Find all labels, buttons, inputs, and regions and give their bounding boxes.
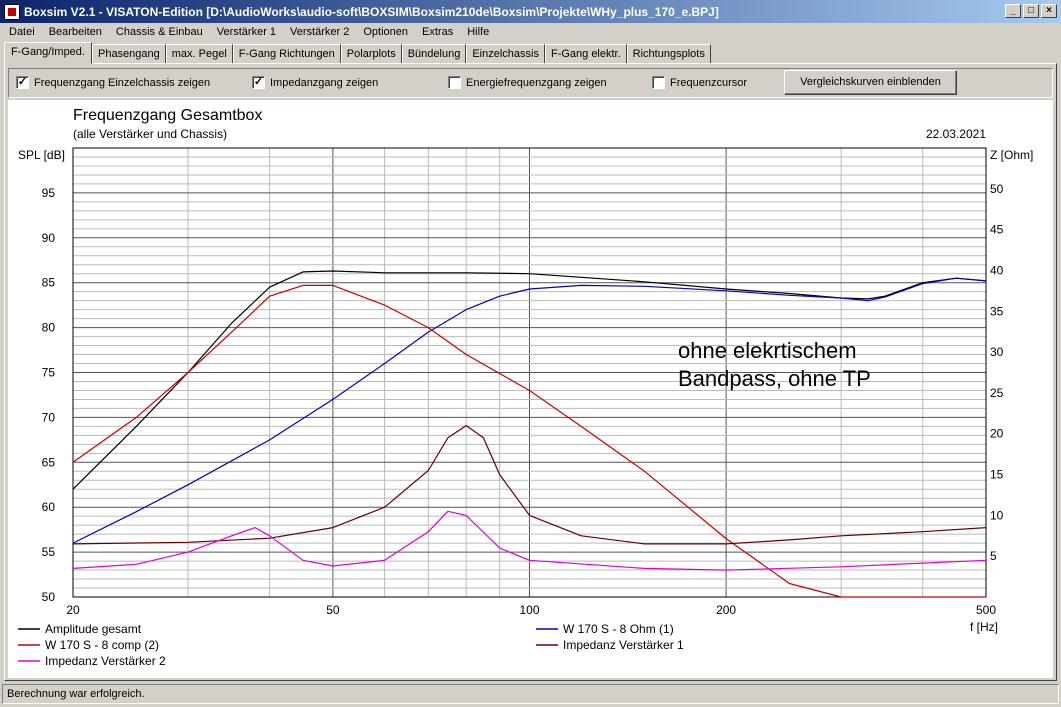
- checkbox-einzelchassis-label: Frequenzgang Einzelchassis zeigen: [34, 76, 211, 89]
- x-tick-label: 500: [976, 603, 996, 617]
- menu-datei[interactable]: Datei: [2, 26, 42, 38]
- legend-label: Impedanz Verstärker 2: [45, 654, 166, 668]
- y-right-tick-label: 10: [990, 508, 1004, 522]
- checkbox-frequenzcursor-box[interactable]: [652, 76, 665, 89]
- tab-polarplots[interactable]: Polarplots: [340, 44, 402, 64]
- tab-fgang-imped[interactable]: F-Gang/Imped.: [4, 42, 92, 64]
- y-left-tick-label: 95: [42, 186, 56, 200]
- y-left-tick-label: 65: [42, 455, 56, 469]
- legend-label: Amplitude gesamt: [45, 622, 142, 636]
- y-right-tick-label: 35: [990, 304, 1004, 318]
- menu-chassis-einbau[interactable]: Chassis & Einbau: [109, 26, 210, 38]
- tab-max-pegel[interactable]: max. Pegel: [165, 44, 233, 64]
- menu-optionen[interactable]: Optionen: [356, 26, 415, 38]
- x-tick-label: 20: [66, 603, 80, 617]
- y-right-tick-label: 20: [990, 427, 1004, 441]
- x-axis-label: f [Hz]: [970, 620, 998, 634]
- y-right-tick-label: 25: [990, 386, 1004, 400]
- maximize-button[interactable]: □: [1023, 4, 1039, 18]
- y-axis-right-label: Z [Ohm]: [990, 148, 1033, 162]
- tab-bar: F-Gang/Imped. Phasengang max. Pegel F-Ga…: [4, 42, 711, 64]
- status-bar: Berechnung war erfolgreich.: [2, 684, 1059, 704]
- close-button[interactable]: ×: [1041, 4, 1057, 18]
- y-left-tick-label: 70: [42, 410, 56, 424]
- tab-fgang-richtungen[interactable]: F-Gang Richtungen: [232, 44, 341, 64]
- checkbox-einzelchassis-box[interactable]: ✓: [16, 76, 29, 89]
- checkbox-energiefrequenzgang[interactable]: Energiefrequenzgang zeigen: [448, 76, 607, 89]
- y-left-tick-label: 90: [42, 231, 56, 245]
- vergleichskurven-button[interactable]: Vergleichskurven einblenden: [784, 70, 957, 95]
- chart-area: 20 50 100 200 500 50 55 60 65 70 75 80 85 90 95 5 10 15 20…: [8, 100, 1053, 678]
- menu-extras[interactable]: Extras: [415, 26, 460, 38]
- tab-fgang-elektr[interactable]: F-Gang elektr.: [544, 44, 627, 64]
- frequency-response-chart: 20 50 100 200 500 50 55 60 65 70 75 80 85 90 95 5 10 15 20…: [18, 107, 1033, 668]
- y-left-tick-label: 50: [42, 590, 56, 604]
- checkbox-energiefrequenzgang-label: Energiefrequenzgang zeigen: [466, 76, 607, 89]
- x-tick-label: 50: [326, 603, 340, 617]
- y-left-tick-label: 85: [42, 276, 56, 290]
- menu-verstaerker-2[interactable]: Verstärker 2: [283, 26, 356, 38]
- menu-hilfe[interactable]: Hilfe: [460, 26, 496, 38]
- y-right-tick-label: 5: [990, 549, 997, 563]
- y-right-tick-label: 30: [990, 345, 1004, 359]
- annotation-line-2: Bandpass, ohne TP: [678, 366, 871, 391]
- checkbox-impedanzgang-label: Impedanzgang zeigen: [270, 76, 379, 89]
- x-tick-label: 100: [519, 603, 539, 617]
- chart-legend: Amplitude gesamt W 170 S - 8 Ohm (1) W 170…: [18, 622, 684, 668]
- legend-label: W 170 S - 8 comp (2): [45, 638, 159, 652]
- menu-bearbeiten[interactable]: Bearbeiten: [42, 26, 109, 38]
- checkbox-energiefrequenzgang-box[interactable]: [448, 76, 461, 89]
- chart-date: 22.03.2021: [926, 127, 986, 141]
- y-left-tick-label: 60: [42, 500, 56, 514]
- app-icon[interactable]: [4, 3, 20, 20]
- menu-bar: Datei Bearbeiten Chassis & Einbau Verstä…: [0, 23, 1061, 41]
- y-right-tick-label: 15: [990, 468, 1004, 482]
- tab-einzelchassis[interactable]: Einzelchassis: [466, 44, 545, 64]
- y-left-tick-label: 80: [42, 321, 56, 335]
- y-left-tick-label: 55: [42, 545, 56, 559]
- menu-verstaerker-1[interactable]: Verstärker 1: [210, 26, 283, 38]
- y-axis-left-label: SPL [dB]: [18, 148, 65, 162]
- chart-subtitle: (alle Verstärker und Chassis): [73, 127, 227, 141]
- x-tick-label: 200: [716, 603, 736, 617]
- checkbox-frequenzcursor-label: Frequenzcursor: [670, 76, 748, 89]
- window-title: Boxsim V2.1 - VISATON-Edition [D:\AudioW…: [24, 4, 719, 19]
- checkbox-impedanzgang[interactable]: ✓ Impedanzgang zeigen: [252, 76, 378, 89]
- checkbox-frequenzcursor[interactable]: Frequenzcursor: [652, 76, 747, 89]
- title-bar: Boxsim V2.1 - VISATON-Edition [D:\AudioW…: [0, 0, 1061, 23]
- tab-phasengang[interactable]: Phasengang: [91, 44, 166, 64]
- window-controls: _ □ ×: [1003, 4, 1057, 18]
- y-right-tick-label: 40: [990, 263, 1004, 277]
- minimize-button[interactable]: _: [1005, 4, 1021, 18]
- checkbox-impedanzgang-box[interactable]: ✓: [252, 76, 265, 89]
- legend-label: W 170 S - 8 Ohm (1): [563, 622, 674, 636]
- y-right-tick-label: 50: [990, 182, 1004, 196]
- tab-richtungsplots[interactable]: Richtungsplots: [626, 44, 711, 64]
- y-left-tick-label: 75: [42, 366, 56, 380]
- legend-label: Impedanz Verstärker 1: [563, 638, 684, 652]
- chart-title: Frequenzgang Gesamtbox: [73, 107, 262, 124]
- checkbox-einzelchassis[interactable]: ✓ Frequenzgang Einzelchassis zeigen: [16, 76, 210, 89]
- tab-buendelung[interactable]: Bündelung: [401, 44, 467, 64]
- y-right-tick-label: 45: [990, 223, 1004, 237]
- annotation-line-1: ohne elekrtischem: [678, 338, 857, 363]
